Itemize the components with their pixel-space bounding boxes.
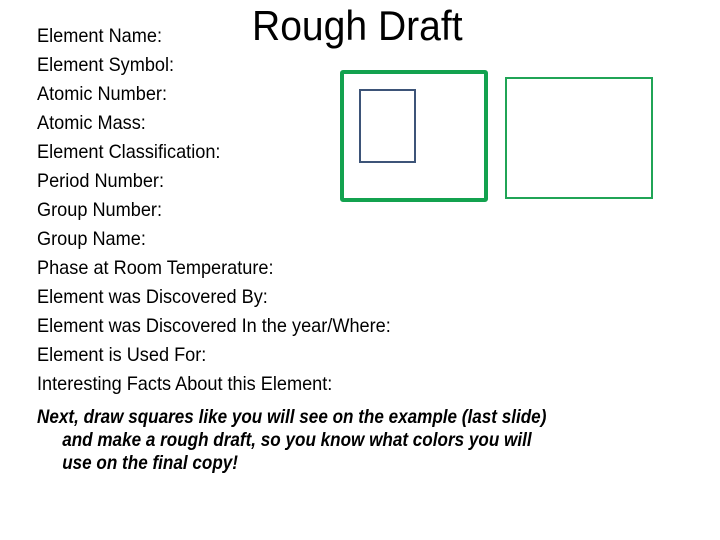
field-atomic-number: Atomic Number: <box>37 83 168 105</box>
instructions-line: and make a rough draft, so you know what… <box>62 430 532 451</box>
field-atomic-mass: Atomic Mass: <box>37 112 146 134</box>
field-interesting-facts: Interesting Facts About this Element: <box>37 373 333 395</box>
instructions-note: Next, draw squares like you will see on … <box>37 406 717 475</box>
field-period-number: Period Number: <box>37 170 165 192</box>
field-group-number: Group Number: <box>37 199 162 221</box>
symbol-placeholder-box <box>359 89 416 163</box>
field-used-for: Element is Used For: <box>37 344 207 366</box>
field-discovered-year-where: Element was Discovered In the year/Where… <box>37 315 391 337</box>
field-element-symbol: Element Symbol: <box>37 54 175 76</box>
field-element-classification: Element Classification: <box>37 141 221 163</box>
instructions-line: use on the final copy! <box>62 453 238 474</box>
field-element-name: Element Name: <box>37 25 162 47</box>
instructions-line: Next, draw squares like you will see on … <box>37 407 547 428</box>
field-discovered-by: Element was Discovered By: <box>37 286 268 308</box>
field-group-name: Group Name: <box>37 228 146 250</box>
field-phase: Phase at Room Temperature: <box>37 257 274 279</box>
example-square-outline <box>505 77 653 199</box>
